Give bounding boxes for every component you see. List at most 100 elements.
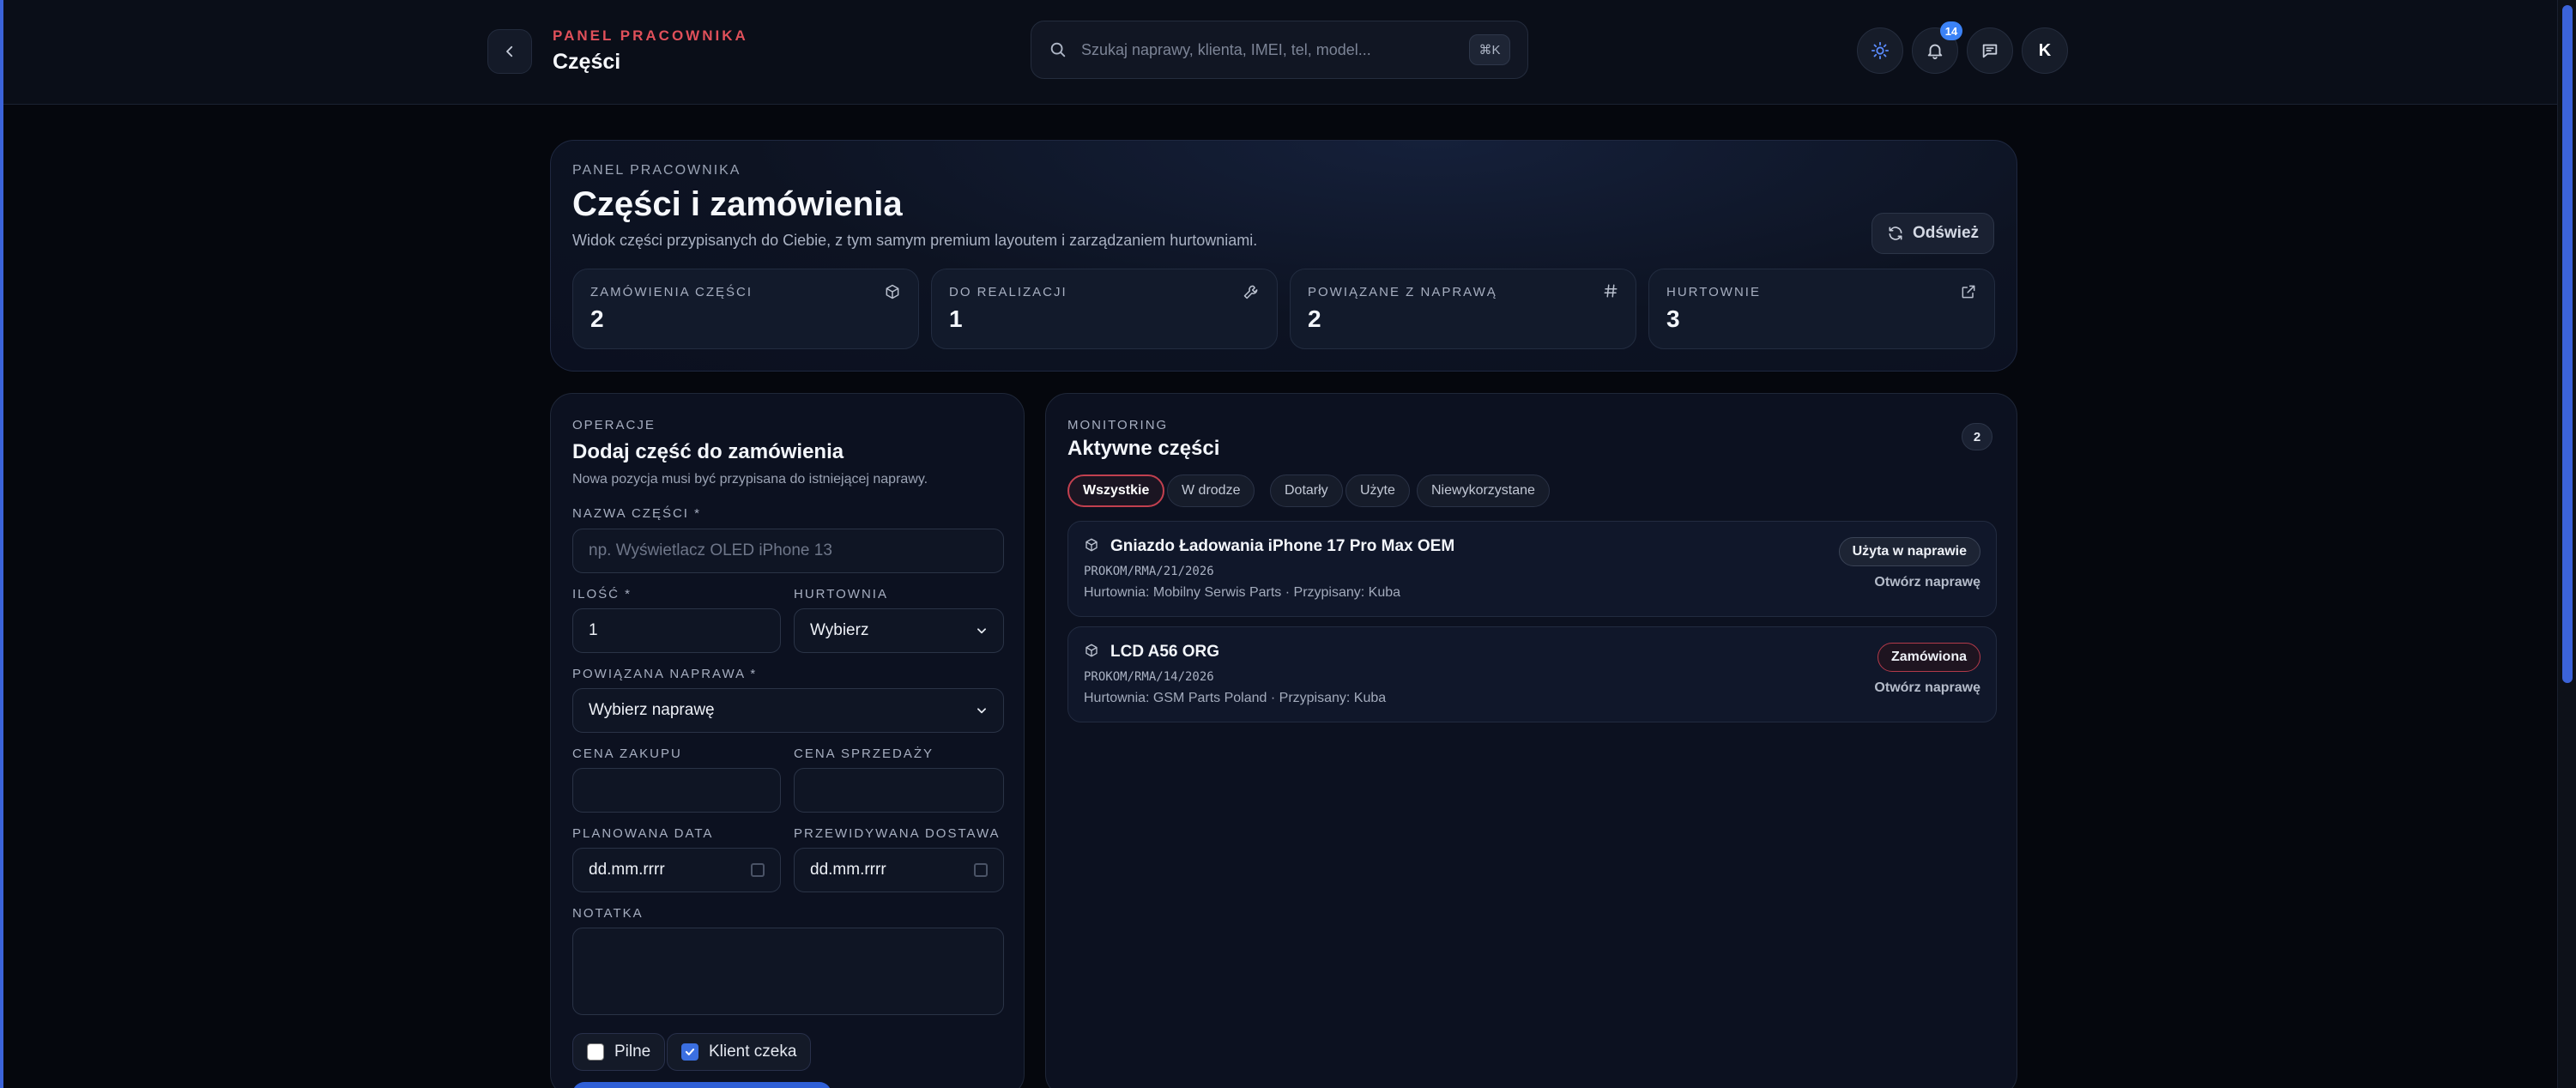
wholesaler-value: Wybierz bbox=[810, 621, 869, 639]
monitoring-panel: MONITORING Aktywne części 2 Wszystkie W … bbox=[1045, 393, 2017, 1088]
messages-button[interactable] bbox=[1967, 27, 2013, 74]
quantity-input[interactable]: 1 bbox=[572, 608, 781, 653]
wholesaler-select[interactable]: Wybierz bbox=[794, 608, 1004, 653]
open-repair-link[interactable]: Otwórz naprawę bbox=[1874, 575, 1980, 590]
part-name: Gniazdo Ładowania iPhone 17 Pro Max OEM bbox=[1110, 537, 1455, 555]
search-icon bbox=[1050, 42, 1066, 57]
stat-value: 2 bbox=[1308, 305, 1321, 332]
planned-date-input[interactable]: dd.mm.rrrr bbox=[572, 848, 781, 892]
hero-panel: PANEL PRACOWNIKA Części i zamówienia Wid… bbox=[550, 140, 2017, 372]
tab-used[interactable]: Użyte bbox=[1345, 474, 1410, 507]
box-icon bbox=[886, 284, 899, 299]
stat-label: DO REALIZACJI bbox=[949, 285, 1067, 299]
refresh-icon bbox=[1889, 227, 1902, 240]
quantity-label: ILOŚĆ * bbox=[572, 587, 632, 601]
external-link-icon bbox=[1962, 285, 1975, 299]
notifications-button[interactable]: 14 bbox=[1912, 21, 1962, 74]
urgent-checkbox[interactable]: Pilne bbox=[572, 1033, 666, 1071]
wrench-icon bbox=[1243, 285, 1258, 299]
sell-price-input[interactable] bbox=[794, 768, 1004, 813]
message-icon bbox=[1982, 44, 1998, 58]
tab-unused[interactable]: Niewykorzystane bbox=[1417, 474, 1550, 507]
buy-price-input[interactable] bbox=[572, 768, 781, 813]
part-meta: Hurtownia: Mobilny Serwis Parts · Przypi… bbox=[1084, 585, 1401, 600]
stat-value: 3 bbox=[1666, 305, 1680, 332]
refresh-button[interactable]: Odśwież bbox=[1872, 213, 1994, 254]
box-icon bbox=[1085, 644, 1098, 657]
part-name: LCD A56 ORG bbox=[1110, 643, 1220, 661]
client-waiting-checkbox-box[interactable] bbox=[681, 1043, 698, 1061]
calendar-icon[interactable] bbox=[751, 863, 765, 877]
status-badge: Użyta w naprawie bbox=[1838, 537, 1980, 566]
part-name-label: NAZWA CZĘŚCI * bbox=[572, 506, 701, 521]
window-edge bbox=[0, 0, 3, 1088]
form-subtitle: Nowa pozycja musi być przypisana do istn… bbox=[572, 472, 928, 487]
tab-arrived[interactable]: Dotarły bbox=[1270, 474, 1343, 507]
form-kicker: OPERACJE bbox=[572, 418, 656, 432]
wholesaler-label: HURTOWNIA bbox=[794, 587, 888, 601]
chevron-left-icon bbox=[506, 45, 513, 57]
sell-price-label: CENA SPRZEDAŻY bbox=[794, 746, 934, 761]
hash-icon bbox=[1604, 284, 1618, 298]
box-icon bbox=[1085, 538, 1098, 552]
notification-count-badge: 14 bbox=[1940, 21, 1962, 40]
back-button[interactable] bbox=[487, 29, 532, 74]
stat-label: POWIĄZANE Z NAPRAWĄ bbox=[1308, 285, 1497, 299]
part-code: PROKOM/RMA/21/2026 bbox=[1084, 565, 1214, 578]
stat-label: HURTOWNIE bbox=[1666, 285, 1761, 299]
planned-date-label: PLANOWANA DATA bbox=[572, 826, 714, 841]
theme-toggle-button[interactable] bbox=[1857, 27, 1903, 74]
quantity-value: 1 bbox=[589, 621, 598, 639]
search-input[interactable]: Szukaj naprawy, klienta, IMEI, tel, mode… bbox=[1081, 41, 1469, 59]
tab-in-transit[interactable]: W drodze bbox=[1167, 474, 1255, 507]
form-title: Dodaj część do zamówienia bbox=[572, 440, 844, 463]
expected-delivery-input[interactable]: dd.mm.rrrr bbox=[794, 848, 1004, 892]
page-title: Części bbox=[553, 50, 621, 74]
urgent-label: Pilne bbox=[614, 1043, 651, 1061]
hero-kicker: PANEL PRACOWNIKA bbox=[572, 163, 741, 178]
client-waiting-checkbox[interactable]: Klient czeka bbox=[667, 1033, 812, 1071]
buy-price-label: CENA ZAKUPU bbox=[572, 746, 682, 761]
open-repair-link[interactable]: Otwórz naprawę bbox=[1874, 680, 1980, 696]
monitoring-kicker: MONITORING bbox=[1067, 418, 1169, 432]
chevron-down-icon bbox=[977, 708, 986, 714]
part-list-item[interactable]: Gniazdo Ładowania iPhone 17 Pro Max OEM … bbox=[1067, 521, 1997, 617]
add-part-form: OPERACJE Dodaj część do zamówienia Nowa … bbox=[550, 393, 1025, 1088]
note-textarea[interactable] bbox=[572, 928, 1004, 1015]
scrollbar-thumb[interactable] bbox=[2562, 5, 2573, 683]
stat-card-wholesalers: HURTOWNIE 3 bbox=[1648, 269, 1995, 349]
part-code: PROKOM/RMA/14/2026 bbox=[1084, 670, 1214, 684]
avatar: K bbox=[2038, 40, 2052, 60]
sun-icon bbox=[1871, 41, 1890, 60]
refresh-label: Odśwież bbox=[1912, 224, 1980, 242]
top-bar: PANEL PRACOWNIKA Części Szukaj naprawy, … bbox=[3, 0, 2557, 105]
active-count-badge: 2 bbox=[1962, 423, 1992, 450]
urgent-checkbox-box[interactable] bbox=[587, 1043, 604, 1061]
part-list-item[interactable]: LCD A56 ORG PROKOM/RMA/14/2026 Hurtownia… bbox=[1067, 626, 1997, 722]
stat-card-to-do: DO REALIZACJI 1 bbox=[931, 269, 1278, 349]
part-name-input[interactable]: np. Wyświetlacz OLED iPhone 13 bbox=[572, 529, 1004, 573]
hero-title: Części i zamówienia bbox=[572, 185, 903, 223]
page-scrollbar[interactable] bbox=[2557, 0, 2576, 1088]
stat-card-orders: ZAMÓWIENIA CZĘŚCI 2 bbox=[572, 269, 919, 349]
calendar-icon[interactable] bbox=[974, 863, 988, 877]
chevron-down-icon bbox=[977, 628, 986, 634]
status-badge: Zamówiona bbox=[1877, 643, 1980, 672]
linked-repair-value: Wybierz naprawę bbox=[589, 701, 715, 719]
part-meta: Hurtownia: GSM Parts Poland · Przypisany… bbox=[1084, 691, 1387, 705]
stat-value: 1 bbox=[949, 305, 963, 332]
monitoring-title: Aktywne części bbox=[1067, 437, 1220, 460]
user-avatar-button[interactable]: K bbox=[2022, 27, 2068, 74]
linked-repair-select[interactable]: Wybierz naprawę bbox=[572, 688, 1004, 733]
planned-date-value: dd.mm.rrrr bbox=[589, 861, 665, 879]
search-bar[interactable]: Szukaj naprawy, klienta, IMEI, tel, mode… bbox=[1031, 21, 1528, 79]
submit-button[interactable] bbox=[572, 1082, 831, 1088]
expected-delivery-value: dd.mm.rrrr bbox=[810, 861, 886, 879]
stat-value: 2 bbox=[590, 305, 604, 332]
expected-delivery-label: PRZEWIDYWANA DOSTAWA bbox=[794, 826, 1001, 841]
note-label: NOTATKA bbox=[572, 906, 644, 921]
tab-all[interactable]: Wszystkie bbox=[1067, 474, 1165, 507]
bell-icon bbox=[1927, 44, 1943, 60]
shortcut-hint: ⌘K bbox=[1469, 34, 1510, 65]
hero-subtitle: Widok części przypisanych do Ciebie, z t… bbox=[572, 232, 1258, 249]
